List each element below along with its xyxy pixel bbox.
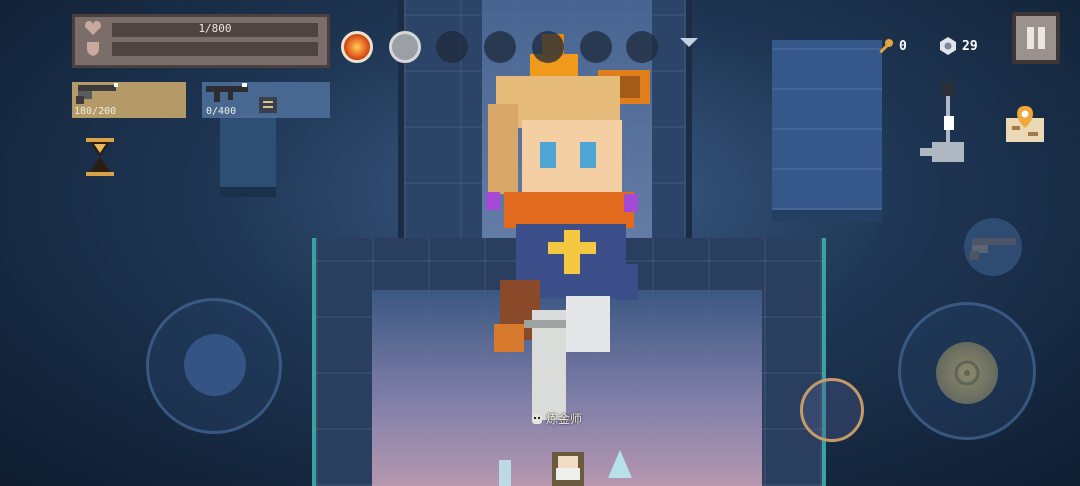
skull-icon [532, 414, 542, 424]
gem-count: 29 [962, 39, 978, 54]
gray-buff-icon [389, 31, 421, 63]
primary-ammo-count: 180/200 [74, 106, 117, 117]
alchemist-npc[interactable] [546, 446, 590, 486]
key-icon [879, 39, 893, 54]
key-count: 0 [899, 39, 907, 54]
heart-icon [85, 21, 101, 35]
empty-buff-slot [436, 31, 468, 63]
fire-buff-icon [341, 31, 373, 63]
pause-button[interactable] [1012, 12, 1060, 64]
skill-button[interactable] [800, 378, 864, 442]
empty-buff-slot [532, 31, 564, 63]
crosshair-icon [954, 360, 980, 386]
player-character [486, 34, 650, 420]
empty-buff-slot [580, 31, 612, 63]
revolver-swap-icon [970, 238, 1016, 260]
empty-buff-slot [484, 31, 516, 63]
gem-icon [940, 37, 956, 55]
rifle-icon [206, 83, 248, 102]
secondary-ammo-count: 0/400 [206, 106, 237, 117]
potion-flask-icon [499, 460, 511, 486]
game-viewport: 炼金师 1/800 180/200 0/400 0 29 [0, 0, 1080, 486]
shield-bar [112, 42, 318, 56]
joystick-knob[interactable] [184, 334, 246, 396]
wall-block-right [772, 40, 882, 222]
minimap[interactable] [918, 80, 970, 180]
npc-name-label: 炼金师 [546, 412, 583, 426]
empty-buff-slot [626, 31, 658, 63]
crystal-flask-icon [608, 450, 632, 478]
wall-block-left [220, 115, 276, 197]
ammo-pack-icon [259, 97, 277, 113]
revolver-icon [76, 83, 118, 104]
shield-icon [87, 42, 99, 56]
hourglass-icon[interactable] [86, 138, 114, 176]
chevron-down-icon[interactable] [680, 38, 698, 47]
treasure-map-icon[interactable] [1004, 104, 1046, 144]
health-value: 1/800 [198, 22, 232, 35]
